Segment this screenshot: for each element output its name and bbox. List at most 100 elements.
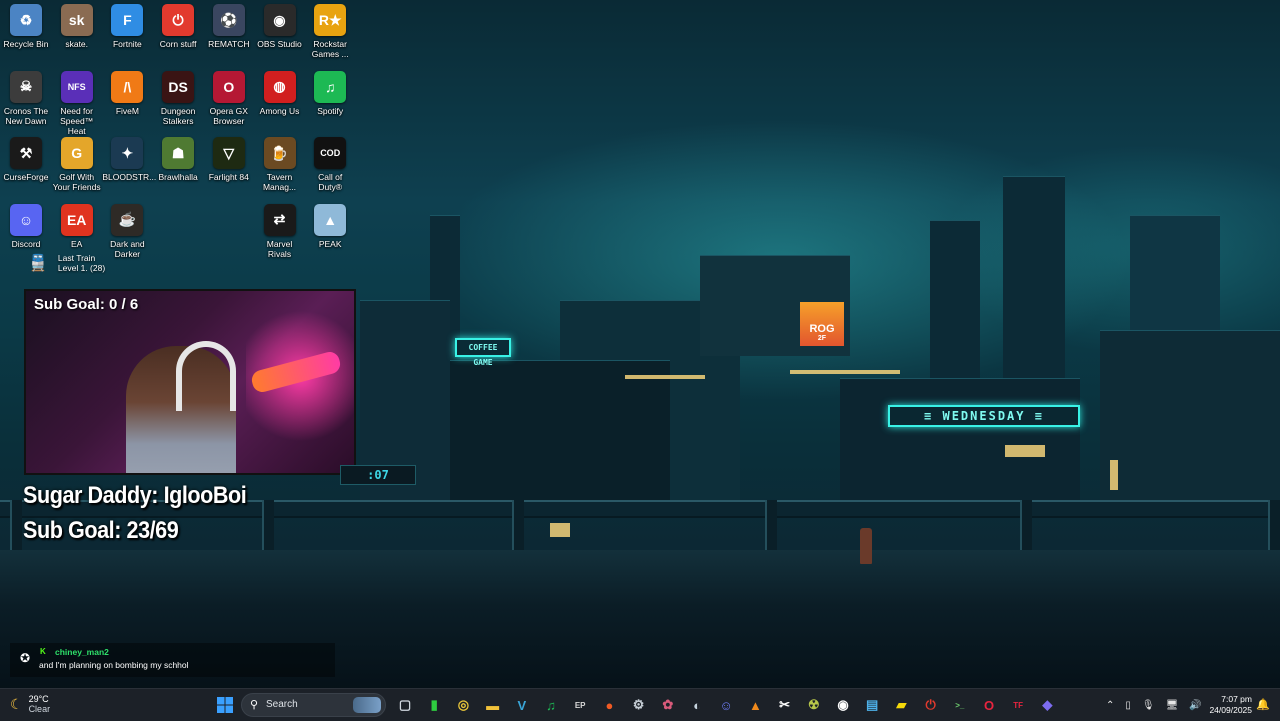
desktop-icon-label: Among Us: [259, 105, 300, 116]
chat-badge: K: [40, 647, 46, 656]
railing-post: [10, 500, 22, 552]
app-icon: 🍺: [263, 137, 296, 169]
notification-bell-icon[interactable]: 🔔: [1256, 698, 1270, 711]
desktop-icon-need-for-speed-heat[interactable]: NFS Need for Speed™ Heat: [52, 67, 102, 136]
volume-icon[interactable]: 🔊: [1189, 700, 1201, 711]
desktop-icon-peak[interactable]: ▲ PEAK: [305, 200, 355, 266]
taskbar-corn-stuff[interactable]: ⏻: [920, 694, 942, 716]
desktop-icon-skate[interactable]: sk skate.: [52, 0, 102, 66]
taskbar-fastly[interactable]: TF: [1007, 694, 1029, 716]
desktop-icon-fortnite[interactable]: F Fortnite: [102, 0, 152, 66]
desktop-icon-opera-gx-browser[interactable]: O Opera GX Browser: [204, 67, 254, 133]
taskbar-capcut[interactable]: ✂: [774, 694, 796, 716]
taskbar-vpn[interactable]: ◆: [1036, 694, 1058, 716]
desktop-icon-label: Marvel Rivals: [266, 238, 293, 259]
webcam-overlay: Sub Goal: 0 / 6: [24, 289, 356, 475]
taskbar-spotify[interactable]: ♫: [540, 694, 562, 716]
app-icon: ▲: [314, 203, 347, 236]
desktop-icon-label: Dungeon Stalkers: [160, 105, 196, 126]
taskbar-vlc[interactable]: ▲: [744, 694, 766, 716]
taskbar-opera-gx[interactable]: O: [978, 694, 1000, 716]
desktop-icon-call-of-duty[interactable]: COD Call of Duty®: [305, 133, 355, 199]
desktop-icon-label: Opera GX Browser: [209, 105, 248, 126]
start-button[interactable]: [214, 694, 236, 716]
app-icon: sk: [60, 4, 93, 36]
taskbar-game-app[interactable]: ☢: [803, 694, 825, 716]
app-icon: COD: [314, 137, 347, 169]
app-icon: ☕: [111, 203, 144, 236]
moon-icon: ☾: [10, 695, 23, 712]
taskbar-xbox[interactable]: ▮: [423, 694, 445, 716]
microphone-icon[interactable]: 🎙: [1142, 700, 1155, 711]
desktop-icon-corn-stuff[interactable]: ⏻ Corn stuff: [153, 0, 203, 66]
building: [450, 360, 670, 501]
chat-message: and I'm planning on bombing my schhol: [39, 660, 189, 670]
taskbar-task-view[interactable]: ▢: [394, 694, 416, 716]
taskbar-file-explorer[interactable]: ▬: [482, 694, 504, 716]
taskbar-visual-studio[interactable]: V: [511, 694, 533, 716]
desktop-icon-bloodstr[interactable]: ✦ BLOODSTR...: [102, 133, 157, 199]
app-icon: ▽: [212, 137, 245, 169]
taskbar-terminal[interactable]: >_: [949, 694, 971, 716]
desktop-icon-label: BLOODSTR...: [102, 172, 157, 182]
railing-post: [512, 500, 524, 552]
desktop-icon-spotify[interactable]: ♫ Spotify: [305, 67, 355, 133]
desktop-icon-marvel-rivals[interactable]: ⇄ Marvel Rivals: [255, 200, 305, 266]
taskbar-epic-games[interactable]: EP: [569, 694, 591, 716]
weather-desc: Clear: [28, 704, 51, 714]
taskbar-settings[interactable]: ⚙: [628, 694, 650, 716]
railing-post: [1268, 500, 1280, 552]
weather-temp: 29°C: [28, 694, 49, 704]
taskbar-steam[interactable]: ◐: [686, 694, 708, 716]
chat-username: chiney_man2: [55, 647, 109, 657]
desktop-icon-label: FiveM: [115, 105, 139, 116]
desktop-icon-among-us[interactable]: ◍ Among Us: [255, 67, 305, 133]
desktop-icon-label: Tavern Manag...: [262, 172, 297, 192]
desktop-icon-label: Farlight 84: [208, 172, 249, 182]
taskbar-sticky-notes[interactable]: ▰: [890, 694, 912, 716]
desktop-icon-label: Cronos The New Dawn: [3, 105, 49, 126]
taskbar-discord[interactable]: ☺: [715, 694, 737, 716]
taskbar-origin[interactable]: ●: [598, 694, 620, 716]
desktop-icon-fivem[interactable]: /\ FiveM: [102, 67, 152, 133]
desktop-icon-golf-with-your-friends[interactable]: G Golf With Your Friends: [52, 133, 102, 199]
weather-widget[interactable]: ☾ 29°C Clear: [10, 694, 50, 714]
last-train-widget[interactable]: 🚆 Last Train Level 1. (28): [28, 253, 105, 273]
widget-title: Last Train: [57, 253, 96, 263]
taskbar-photos[interactable]: ▤: [861, 694, 883, 716]
app-icon: ⚒: [10, 137, 42, 169]
rog-sign-sub: 2F: [817, 335, 827, 342]
search-box[interactable]: ⚲ Search: [241, 693, 386, 717]
desktop-icon-curseforge[interactable]: ⚒ CurseForge: [1, 133, 51, 199]
desktop-icon-recycle-bin[interactable]: ♻ Recycle Bin: [1, 0, 51, 66]
network-icon[interactable]: 🖥: [1166, 700, 1179, 711]
desktop-icon-dark-and-darker[interactable]: ☕ Dark and Darker: [102, 200, 152, 266]
taskbar-davinci[interactable]: ✿: [657, 694, 679, 716]
app-icon: ⏻: [162, 4, 195, 36]
app-icon: ⚽: [212, 4, 245, 36]
app-icon: /\: [111, 70, 144, 103]
desktop-icon-rockstar-games[interactable]: R★ Rockstar Games ...: [305, 0, 355, 66]
desktop-icon-cronos-the-new-dawn[interactable]: ☠ Cronos The New Dawn: [1, 67, 51, 133]
app-icon: ◍: [263, 70, 296, 103]
desktop-icon-brawlhalla[interactable]: ☗ Brawlhalla: [153, 133, 203, 199]
chat-overlay: ✪ K chiney_man2 and I'm planning on bomb…: [10, 643, 335, 677]
clock-time: 7:07 pm: [1221, 694, 1252, 704]
search-label: Search: [266, 699, 298, 710]
app-icon: ☺: [10, 203, 42, 236]
show-hidden-icons[interactable]: ⌃: [1106, 700, 1114, 711]
clock[interactable]: 7:07 pm 24/09/2025: [1209, 694, 1252, 716]
tablet-icon[interactable]: ▯: [1125, 700, 1131, 711]
window-light: [790, 370, 900, 374]
desktop-icon-dungeon-stalkers[interactable]: DS Dungeon Stalkers: [153, 67, 203, 133]
app-icon: ◉: [263, 4, 296, 36]
window-light: [1110, 460, 1118, 490]
desktop-icon-obs-studio[interactable]: ◉ OBS Studio: [255, 0, 305, 66]
taskbar-obs[interactable]: ◉: [832, 694, 854, 716]
desktop-icon-farlight-84[interactable]: ▽ Farlight 84: [204, 133, 254, 199]
widget-subtitle: Level 1. (28): [57, 263, 106, 273]
taskbar-chrome[interactable]: ◎: [452, 694, 474, 716]
desktop-icon-label: Fortnite: [112, 39, 142, 49]
desktop-icon-rematch[interactable]: ⚽ REMATCH: [204, 0, 254, 66]
desktop-icon-tavern-manag[interactable]: 🍺 Tavern Manag...: [255, 133, 305, 199]
